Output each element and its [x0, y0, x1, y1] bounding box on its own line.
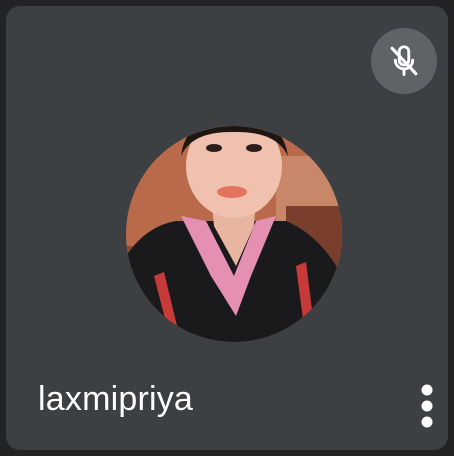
more-options-button[interactable] [410, 378, 444, 434]
participant-name: laxmipriya [38, 380, 194, 418]
mic-muted-indicator [371, 28, 437, 94]
participant-avatar [126, 126, 342, 342]
participant-tile[interactable]: laxmipriya [6, 6, 448, 450]
mic-off-icon [390, 45, 418, 76]
more-vert-icon [421, 384, 433, 428]
avatar-photo [126, 126, 342, 342]
